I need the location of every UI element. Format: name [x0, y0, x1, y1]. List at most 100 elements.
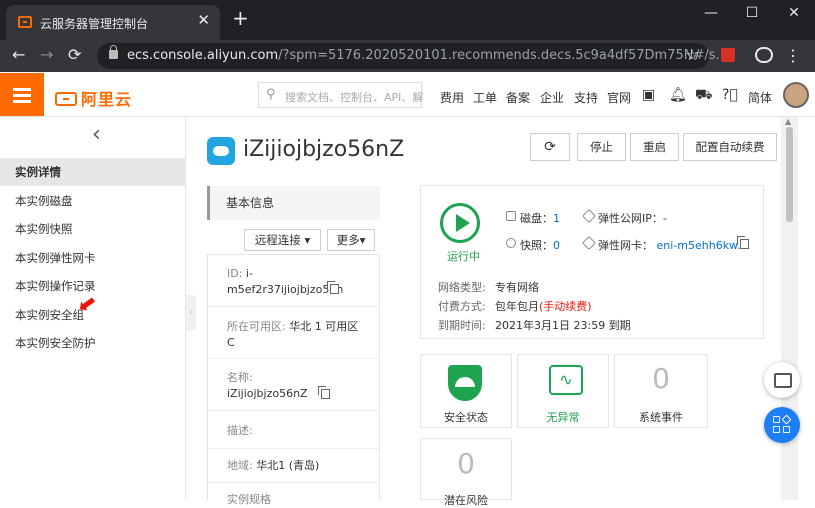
nav-link-billing[interactable]: 费用 [440, 89, 464, 106]
caret-down-icon: ▾ [304, 233, 311, 247]
nav-link-ticket[interactable]: 工单 [473, 89, 497, 106]
divider [208, 358, 379, 359]
aliyun-favicon-icon [18, 16, 32, 28]
minimize-icon[interactable]: — [696, 5, 726, 21]
search-input[interactable]: ⚲ 搜索文档、控制台、API、解 [258, 82, 424, 108]
maximize-icon[interactable]: ☐ [737, 5, 767, 21]
snapshot-value[interactable]: 0 [553, 239, 560, 252]
sidebar-item-snapshots[interactable]: 本实例快照 [0, 215, 186, 243]
tab-basic-info[interactable]: 基本信息 [207, 186, 380, 220]
zone-value-1: 华北 1 可用区 [289, 320, 359, 333]
reload-icon[interactable]: ⟳ [68, 45, 81, 64]
id-value-1: i- [245, 267, 253, 280]
snapshot-icon [506, 238, 516, 248]
stop-button[interactable]: 停止 [577, 133, 626, 161]
extension-icon[interactable] [721, 48, 735, 62]
search-placeholder: 搜索文档、控制台、API、解 [285, 91, 424, 104]
browser-tab[interactable]: 云服务器管理控制台 ✕ [6, 5, 220, 40]
disk-label: 磁盘： [520, 212, 553, 225]
security-status-label: 安全状态 [444, 411, 488, 424]
aliyun-logo[interactable]: 阿里云 [55, 86, 132, 110]
copy-icon[interactable] [327, 281, 339, 294]
eni-link[interactable]: eni-m5ehh6kw... [657, 239, 748, 252]
nav-link-support[interactable]: 支持 [574, 89, 598, 106]
cloud-instance-icon [207, 137, 235, 165]
more-dropdown[interactable]: 更多▾ [327, 229, 375, 251]
eni-label: 弹性网卡： [598, 239, 653, 252]
expire-value: 2021年3月1日 23:59 到期 [495, 319, 631, 332]
name-value: iZijiojbjzo56nZ [227, 387, 308, 400]
manual-renew-note: (手动续费) [539, 300, 592, 313]
sidebar-item-instance-details[interactable]: 实例详情 [0, 158, 186, 186]
eip-row: 弹性公网IP：- [598, 210, 667, 226]
avatar[interactable] [783, 82, 809, 108]
apps-grid-icon[interactable] [764, 407, 800, 443]
forward-arrow-icon[interactable]: → [40, 45, 53, 64]
new-tab-icon[interactable]: + [232, 8, 249, 28]
snapshot-count: 快照：0 [520, 237, 560, 253]
snapshot-label: 快照： [520, 239, 553, 252]
incognito-profile-icon[interactable] [755, 47, 773, 63]
url-path: /?spm=5176.2020520101.recommends.decs.5c… [278, 48, 728, 63]
chat-message-icon[interactable] [764, 362, 800, 398]
sidebar-collapse-handle[interactable]: ‹ [186, 295, 196, 331]
search-icon: ⚲ [266, 87, 276, 102]
health-label: 无异常 [546, 411, 580, 424]
scroll-up-icon[interactable]: ▲ [785, 117, 791, 126]
pay-type-label: 付费方式: [438, 300, 486, 313]
potential-risk-label: 潜在风险 [444, 494, 488, 507]
eip-value: - [662, 212, 667, 225]
description-label: 描述: [227, 424, 253, 437]
remote-connect-label: 远程连接 [254, 233, 301, 247]
sidebar-item-security-protection[interactable]: 本实例安全防护 [0, 329, 186, 357]
url-input[interactable]: ecs.console.aliyun.com/?spm=5176.2020520… [97, 43, 728, 69]
chevron-left-icon[interactable]: ‹ [92, 122, 101, 147]
status-running: 运行中 [447, 250, 480, 263]
url-host: ecs.console.aliyun.com [127, 48, 279, 63]
nav-link-official-site[interactable]: 官网 [607, 89, 631, 106]
system-events-label: 系统事件 [639, 411, 683, 424]
id-value-2: m5ef2r37ijiojbjzo56n [227, 283, 344, 296]
id-label: ID: [227, 267, 243, 280]
logo-text: 阿里云 [81, 90, 133, 109]
language-switch[interactable]: 简体 [748, 89, 772, 106]
help-icon[interactable]: ?⃝ [722, 87, 738, 103]
name-row: 名称: iZijiojbjzo56nZ [227, 370, 375, 402]
restart-button[interactable]: 重启 [630, 133, 679, 161]
eip-label: 弹性公网IP： [598, 212, 663, 225]
bookmark-star-icon[interactable]: ☆ [686, 46, 699, 64]
expire-label: 到期时间: [438, 319, 486, 332]
region-value: 华北1 (青岛) [256, 459, 320, 472]
region-row: 地域: 华北1 (青岛) [227, 458, 375, 474]
page-title: iZijiojbjzo56nZ [243, 137, 405, 162]
auto-renew-button[interactable]: 配置自动续费 [683, 133, 777, 161]
copy-icon[interactable] [737, 236, 749, 249]
divider [208, 410, 379, 411]
name-label: 名称: [227, 371, 253, 384]
remote-connect-dropdown[interactable]: 远程连接 ▾ [244, 229, 321, 251]
edit-copy-icon[interactable] [318, 386, 330, 399]
divider [208, 306, 379, 307]
tab-title: 云服务器管理控制台 [40, 17, 149, 31]
url-text: ecs.console.aliyun.com/?spm=5176.2020520… [127, 48, 728, 63]
scroll-thumb[interactable] [786, 127, 793, 222]
disk-icon [506, 211, 516, 221]
disk-value[interactable]: 1 [553, 212, 560, 225]
close-tab-icon[interactable]: ✕ [197, 11, 210, 29]
back-arrow-icon[interactable]: ← [12, 45, 25, 64]
browser-menu-icon[interactable]: ⋮ [785, 46, 801, 65]
aliyun-logo-icon [55, 92, 77, 106]
network-type-label: 网络类型: [438, 281, 486, 294]
refresh-button[interactable]: ⟳ [530, 133, 570, 161]
sidebar-item-eni[interactable]: 本实例弹性网卡 [0, 244, 186, 272]
cart-icon[interactable]: ⛟ [695, 87, 713, 105]
region-label: 地域: [227, 459, 253, 472]
terminal-icon[interactable]: ▣ [642, 87, 655, 103]
close-window-icon[interactable]: ✕ [779, 5, 809, 21]
nav-link-icp[interactable]: 备案 [506, 89, 530, 106]
hamburger-menu-button[interactable] [0, 73, 44, 116]
nav-link-enterprise[interactable]: 企业 [540, 89, 564, 106]
bell-icon[interactable]: 🔔︎ [669, 87, 687, 103]
pay-type-value: 包年包月 [495, 300, 539, 313]
sidebar-item-disks[interactable]: 本实例磁盘 [0, 187, 186, 215]
